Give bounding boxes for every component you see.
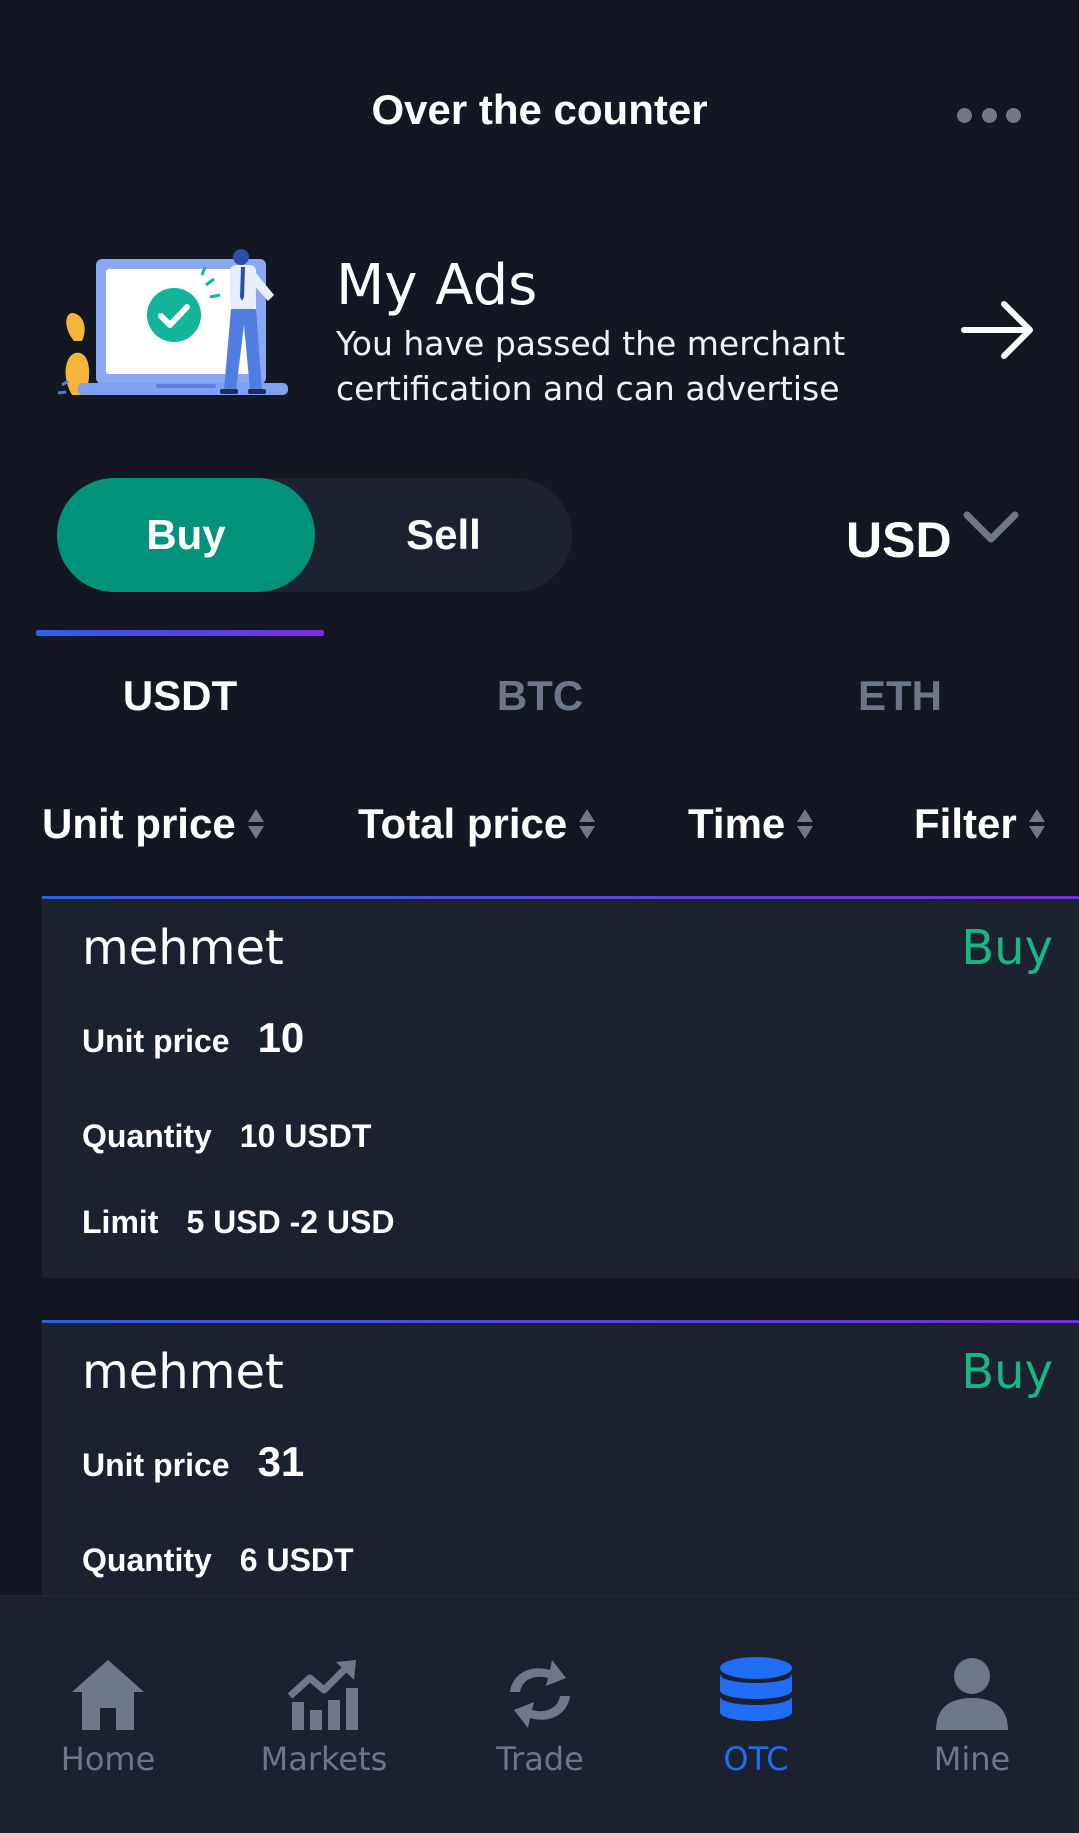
nav-item-trade[interactable]: Trade <box>432 1656 648 1778</box>
my-ads-banner[interactable]: My Ads You have passed the merchant cert… <box>56 245 1036 415</box>
sort-arrows-icon <box>579 809 596 839</box>
my-ads-title: My Ads <box>336 253 538 318</box>
buy-action-button[interactable]: Buy <box>961 920 1053 976</box>
merchant-name: mehmet <box>82 1344 284 1400</box>
limit-value: 5 USD -2 USD <box>186 1204 395 1240</box>
sort-filter[interactable]: Filter <box>914 800 1045 848</box>
quantity-row: Quantity 10 USDT <box>82 1118 371 1155</box>
tab-btc[interactable]: BTC <box>420 672 660 722</box>
tab-eth[interactable]: ETH <box>780 672 1020 722</box>
user-icon <box>936 1658 1008 1730</box>
merchant-certification-illustration-icon <box>57 249 288 395</box>
unit-price-label: Unit price <box>82 1447 230 1483</box>
unit-price-value: 10 <box>257 1014 305 1061</box>
card-divider <box>42 896 1079 899</box>
nav-label-home: Home <box>60 1740 156 1778</box>
trade-exchange-icon <box>510 1660 570 1728</box>
sort-time-label: Time <box>688 800 786 847</box>
currency-selector[interactable]: USD <box>846 505 1020 575</box>
sort-total-price-label: Total price <box>358 800 568 847</box>
card-divider <box>42 1320 1079 1323</box>
sort-time[interactable]: Time <box>688 800 814 848</box>
nav-label-mine: Mine <box>933 1740 1011 1778</box>
nav-label-otc: OTC <box>723 1740 789 1778</box>
quantity-value: 6 USDT <box>239 1542 354 1578</box>
sort-arrows-icon <box>1028 809 1045 839</box>
limit-row: Limit 5 USD -2 USD <box>82 1204 394 1241</box>
sort-arrows-icon <box>797 809 814 839</box>
limit-label: Limit <box>82 1204 159 1240</box>
quantity-value: 10 USDT <box>239 1118 372 1154</box>
home-icon <box>72 1660 144 1730</box>
quantity-label: Quantity <box>82 1542 212 1578</box>
buy-sell-toggle: Buy Sell <box>57 478 572 592</box>
quantity-label: Quantity <box>82 1118 212 1154</box>
active-tab-indicator <box>36 630 324 636</box>
tab-usdt[interactable]: USDT <box>60 672 300 722</box>
sort-arrows-icon <box>247 809 264 839</box>
listing-card[interactable]: mehmet Buy Unit price 31 Quantity 6 USDT <box>42 1320 1079 1595</box>
nav-item-mine[interactable]: Mine <box>864 1656 1079 1778</box>
currency-label: USD <box>846 512 952 568</box>
nav-label-trade: Trade <box>496 1740 584 1778</box>
arrow-right-icon[interactable] <box>960 300 1036 360</box>
otc-database-icon <box>720 1657 792 1721</box>
bottom-nav: Home Markets Trade OTC Mine <box>0 1595 1079 1833</box>
otc-page: Over the counter My Ads You have passed … <box>0 0 1079 1833</box>
unit-price-row: Unit price 31 <box>82 1438 304 1486</box>
nav-item-otc[interactable]: OTC <box>648 1656 864 1778</box>
sort-filter-label: Filter <box>914 800 1017 847</box>
my-ads-description: You have passed the merchant certificati… <box>336 321 856 411</box>
markets-chart-icon <box>287 1660 358 1730</box>
header: Over the counter <box>0 60 1079 165</box>
nav-item-markets[interactable]: Markets <box>216 1656 432 1778</box>
my-ads-description-line2: certification and can advertise <box>336 369 840 408</box>
buy-action-button[interactable]: Buy <box>961 1344 1053 1400</box>
buy-toggle-button[interactable]: Buy <box>57 478 315 592</box>
sort-bar: Unit price Total price Time Filter <box>0 800 1079 850</box>
chevron-down-icon <box>963 511 1019 543</box>
nav-label-markets: Markets <box>260 1740 388 1778</box>
unit-price-label: Unit price <box>82 1023 230 1059</box>
sell-toggle-button[interactable]: Sell <box>315 478 572 592</box>
listing-card[interactable]: mehmet Buy Unit price 10 Quantity 10 USD… <box>42 896 1079 1278</box>
sort-total-price[interactable]: Total price <box>358 800 596 848</box>
unit-price-value: 31 <box>257 1438 305 1485</box>
sort-unit-price-label: Unit price <box>42 800 236 847</box>
nav-item-home[interactable]: Home <box>0 1656 216 1778</box>
more-options-icon[interactable] <box>957 104 1021 126</box>
merchant-name: mehmet <box>82 920 284 976</box>
quantity-row: Quantity 6 USDT <box>82 1542 354 1579</box>
page-title: Over the counter <box>371 86 708 133</box>
unit-price-row: Unit price 10 <box>82 1014 304 1062</box>
sort-unit-price[interactable]: Unit price <box>42 800 264 848</box>
my-ads-description-line1: You have passed the merchant <box>336 324 846 363</box>
